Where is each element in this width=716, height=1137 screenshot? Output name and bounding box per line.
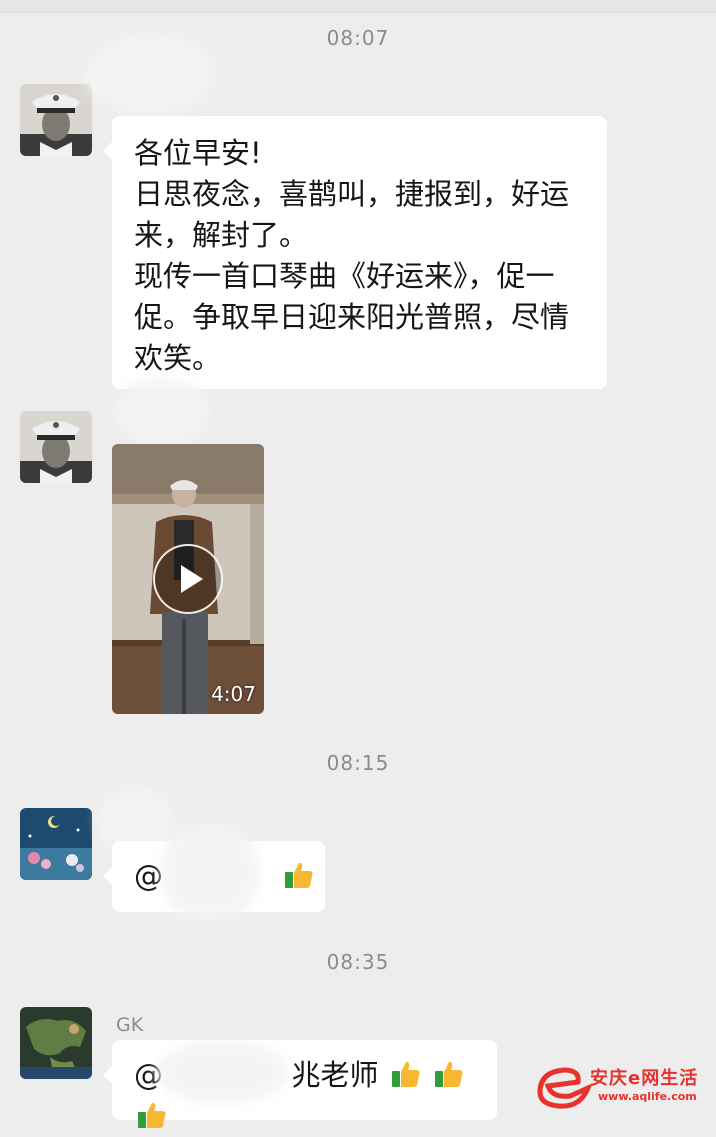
message-text-line: 现传一首口琴曲《好运来》，促一	[134, 259, 555, 293]
uniformed-man-avatar-icon[interactable]	[20, 84, 92, 156]
watermark-url: www.aqlife.com	[598, 1090, 697, 1103]
night-scene-avatar-icon[interactable]	[20, 808, 92, 880]
thumbs-up-emoji-icon	[285, 862, 314, 888]
play-icon[interactable]	[153, 544, 223, 614]
redacted-sender-name	[114, 378, 210, 444]
watermark-logo: 安庆e网生活 www.aqlife.com	[530, 1058, 716, 1112]
video-message[interactable]: 4:07	[112, 444, 264, 714]
redacted-sender-name	[86, 34, 216, 114]
redacted-mention-blur	[156, 1040, 288, 1104]
video-duration: 4:07	[211, 682, 256, 706]
timestamp: 08:15	[326, 751, 390, 775]
watermark-brand: 安庆e网生活	[590, 1068, 699, 1089]
mention-name-suffix: 兆老师	[291, 1058, 379, 1092]
uniformed-man-avatar-icon[interactable]	[20, 411, 92, 483]
message-text-line: 促。争取早日迎来阳光普照，尽情	[134, 300, 570, 334]
message-text-line: 各位早安!	[134, 136, 262, 170]
message-bubble[interactable]: 各位早安! 日思夜念，喜鹊叫，捷报到，好运 来，解封了。 现传一首口琴曲《好运来…	[103, 116, 607, 389]
earth-map-avatar-icon[interactable]	[20, 1007, 92, 1079]
redacted-mention-blur	[162, 824, 258, 920]
top-divider	[0, 0, 716, 13]
thumbs-up-emoji-icon	[391, 1061, 420, 1087]
sender-name: GK	[116, 1014, 144, 1036]
timestamp: 08:35	[326, 950, 390, 974]
message-text-line: 来，解封了。	[134, 218, 309, 252]
message-text-line: 欢笑。	[134, 341, 222, 375]
mention-at-sign: @	[134, 859, 163, 893]
message-text-line: 日思夜念，喜鹊叫，捷报到，好运	[134, 177, 570, 211]
thumbs-up-emoji-icon	[434, 1061, 463, 1087]
thumbs-up-emoji-icon	[138, 1102, 166, 1128]
